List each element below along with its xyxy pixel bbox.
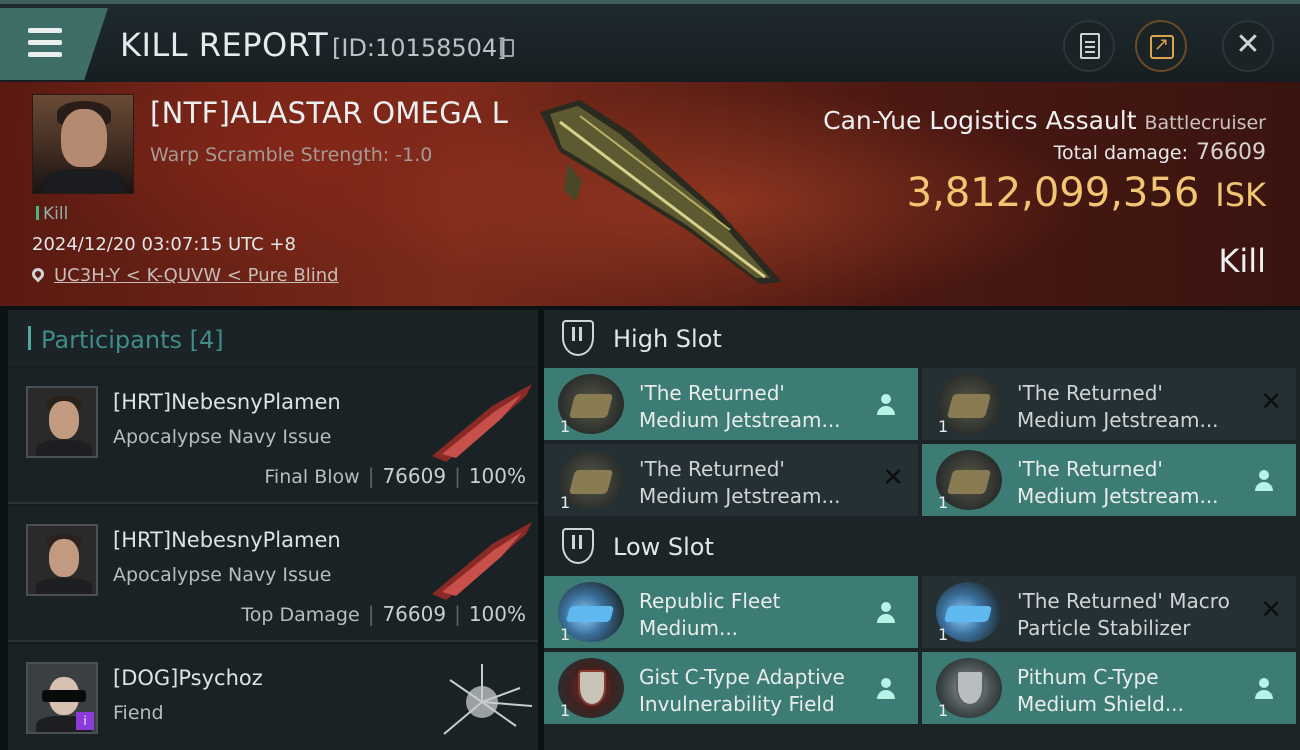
avatar[interactable] xyxy=(26,386,98,458)
high-slot-header: High Slot xyxy=(544,310,1300,368)
victim-ship-name: Can-Yue Logistics Assault Battlecruiser xyxy=(823,106,1266,135)
participant-ship-image xyxy=(443,664,533,735)
page-title: KILL REPORT xyxy=(120,26,329,64)
victim-name[interactable]: [NTF]ALASTAR OMEGA L xyxy=(150,96,508,130)
high-slot-item[interactable]: 1 'The Returned' Medium Jetstream... ✕ xyxy=(544,444,918,516)
participants-panel: Participants [4] [HRT]NebesnyPlamen Apoc… xyxy=(8,310,538,750)
info-badge: i xyxy=(76,712,94,730)
avatar[interactable]: i xyxy=(26,662,98,734)
participant-ship-image xyxy=(432,522,532,600)
fitting-panel: High Slot 1 'The Returned' Medium Jetstr… xyxy=(544,310,1300,750)
person-icon xyxy=(876,678,896,700)
participant-name: [HRT]NebesnyPlamen xyxy=(113,528,341,552)
participant-ship: Apocalypse Navy Issue xyxy=(113,564,332,586)
high-slot-item[interactable]: 1 'The Returned' Medium Jetstream... xyxy=(544,368,918,440)
kill-location[interactable]: UC3H-Y < K-QUVW < Pure Blind xyxy=(29,265,339,286)
low-slot-header: Low Slot xyxy=(544,518,1300,576)
low-slot-item[interactable]: 1 Republic Fleet Medium... xyxy=(544,576,918,648)
participant-row[interactable]: [HRT]NebesnyPlamen Apocalypse Navy Issue… xyxy=(8,368,538,504)
victim-portrait[interactable] xyxy=(32,94,134,194)
share-button[interactable] xyxy=(1135,20,1187,72)
participant-row[interactable]: [HRT]NebesnyPlamen Apocalypse Navy Issue… xyxy=(8,506,538,642)
low-slot-item[interactable]: 1 Pithum C-Type Medium Shield... xyxy=(922,652,1296,724)
report-id: [ID:10158504] xyxy=(332,34,507,62)
close-icon: ✕ xyxy=(1235,27,1261,62)
person-icon xyxy=(1254,678,1274,700)
high-slot-item[interactable]: 1 'The Returned' Medium Jetstream... xyxy=(922,444,1296,516)
participant-stats: Final Blow | 76609 | 100% xyxy=(264,464,526,488)
x-icon: ✕ xyxy=(882,463,904,493)
close-button[interactable]: ✕ xyxy=(1222,20,1274,72)
person-icon xyxy=(876,394,896,416)
result-label: Kill xyxy=(1218,242,1266,280)
x-icon: ✕ xyxy=(1260,387,1282,417)
avatar[interactable] xyxy=(26,524,98,596)
participants-header: Participants [4] xyxy=(8,310,538,366)
participant-ship: Fiend xyxy=(113,702,164,724)
participant-ship-image xyxy=(432,384,532,462)
participant-row[interactable]: i [DOG]Psychoz Fiend xyxy=(8,644,538,750)
person-icon xyxy=(1254,470,1274,492)
kill-timestamp: 2024/12/20 03:07:15 UTC +8 xyxy=(32,234,296,255)
participant-stats: Top Damage | 76609 | 100% xyxy=(241,602,526,626)
copy-icon[interactable] xyxy=(500,39,514,57)
kill-tag: Kill xyxy=(36,204,68,224)
isk-value: 3,812,099,356 ISK xyxy=(906,170,1266,216)
kill-tag-label: Kill xyxy=(43,204,69,224)
high-slot-item[interactable]: 1 'The Returned' Medium Jetstream... ✕ xyxy=(922,368,1296,440)
victim-ship-image xyxy=(540,100,782,284)
high-slot-icon xyxy=(562,320,594,356)
location-pin-icon xyxy=(29,265,47,283)
total-damage: Total damage: 76609 xyxy=(1053,140,1266,165)
share-icon xyxy=(1150,34,1174,59)
location-link[interactable]: UC3H-Y < K-QUVW < Pure Blind xyxy=(54,265,339,286)
low-slot-icon xyxy=(562,528,594,564)
x-icon: ✕ xyxy=(1260,595,1282,625)
warp-scramble-strength: Warp Scramble Strength: -1.0 xyxy=(150,144,433,166)
participant-name: [HRT]NebesnyPlamen xyxy=(113,390,341,414)
low-slot-item[interactable]: 1 'The Returned' Macro Particle Stabiliz… xyxy=(922,576,1296,648)
victim-banner: [NTF]ALASTAR OMEGA L Warp Scramble Stren… xyxy=(0,82,1300,306)
participant-name: [DOG]Psychoz xyxy=(113,666,263,690)
participant-ship: Apocalypse Navy Issue xyxy=(113,426,332,448)
document-icon xyxy=(1080,33,1100,59)
menu-button[interactable] xyxy=(0,8,108,80)
low-slot-item[interactable]: 1 Gist C-Type Adaptive Invulnerability F… xyxy=(544,652,918,724)
report-button[interactable] xyxy=(1063,20,1115,72)
person-icon xyxy=(876,602,896,624)
top-bar: KILL REPORT [ID:10158504] ✕ xyxy=(0,0,1300,82)
